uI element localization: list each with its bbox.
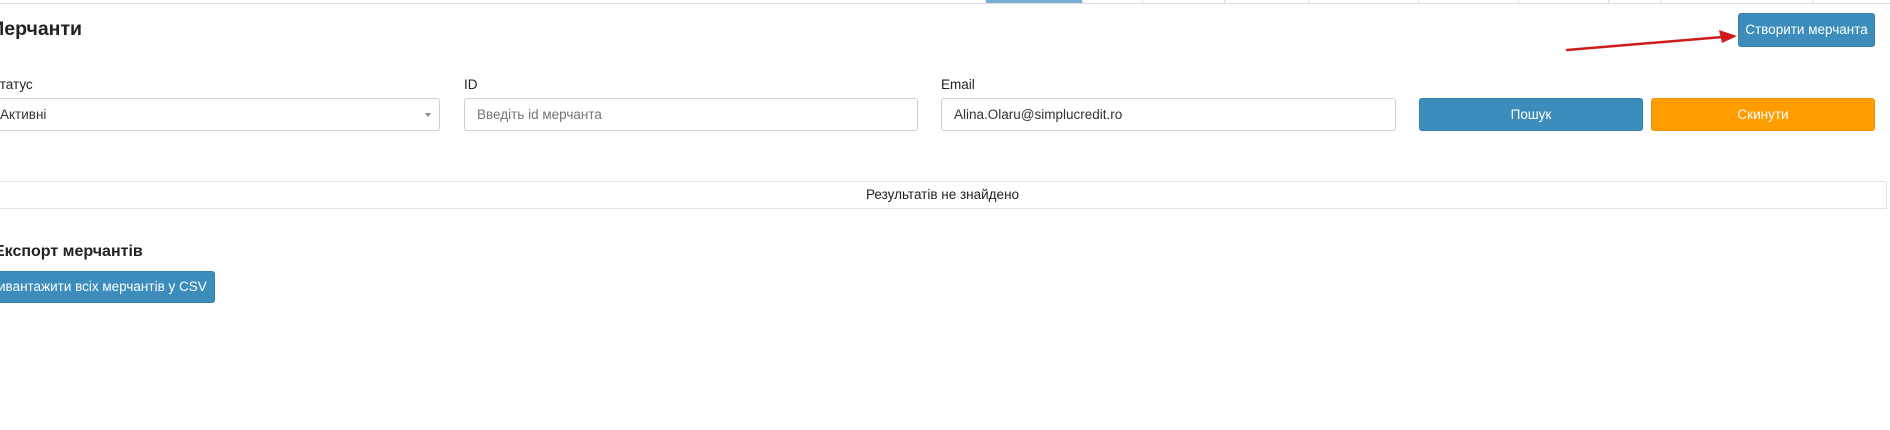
merchants-page: Мерчанти Створити мерчанта Статус Активн… [0, 0, 1890, 430]
nav-tab[interactable] [1518, 0, 1609, 3]
nav-tab-active[interactable] [986, 0, 1082, 3]
results-empty-message: Результатів не знайдено [0, 181, 1887, 209]
status-label: Статус [0, 77, 33, 92]
annotation-arrow-icon [1565, 30, 1737, 52]
nav-tab[interactable] [1418, 0, 1519, 3]
export-csv-button[interactable]: Вивантажити всіх мерчантів у CSV [0, 271, 215, 303]
top-navigation-strip [0, 0, 1890, 4]
nav-tab[interactable] [1660, 0, 1813, 3]
email-label: Email [941, 77, 975, 92]
id-label: ID [464, 77, 478, 92]
merchant-id-input[interactable] [464, 98, 918, 131]
create-merchant-button[interactable]: Створити мерчанта [1738, 13, 1875, 47]
email-input[interactable] [941, 98, 1396, 131]
search-button[interactable]: Пошук [1419, 98, 1643, 131]
reset-button[interactable]: Скинути [1651, 98, 1875, 131]
nav-tab[interactable] [1082, 0, 1143, 3]
nav-tab[interactable] [1812, 0, 1890, 3]
nav-tab[interactable] [1224, 0, 1309, 3]
nav-tab[interactable] [1142, 0, 1225, 3]
page-title: Мерчанти [0, 18, 82, 40]
nav-tab[interactable] [1608, 0, 1661, 3]
status-select[interactable]: Активні [0, 98, 440, 131]
status-select-value: Активні [0, 107, 47, 122]
nav-tab[interactable] [1308, 0, 1419, 3]
caret-down-icon [425, 113, 431, 117]
export-section-title: Експорт мерчантів [0, 243, 143, 260]
